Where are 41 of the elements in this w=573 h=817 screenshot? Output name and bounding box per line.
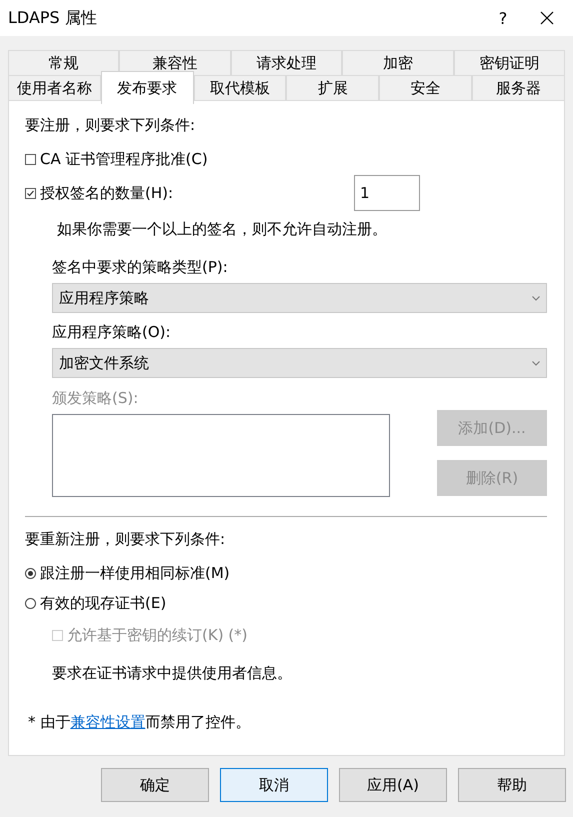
- tab[interactable]: 常规: [8, 50, 120, 75]
- section-heading: 要重新注册，则要求下列条件:: [25, 528, 226, 550]
- radio-button[interactable]: [25, 568, 36, 578]
- chevron-down-icon: [532, 296, 540, 300]
- tab[interactable]: 取代模板: [194, 75, 286, 100]
- checkbox[interactable]: [25, 154, 36, 164]
- compatibility-link[interactable]: 兼容性设置: [70, 712, 146, 732]
- tab[interactable]: 扩展: [286, 75, 380, 100]
- dialog-button[interactable]: 应用(A): [339, 768, 447, 802]
- info-text: 要求在证书请求中提供使用者信息。: [51, 662, 293, 684]
- tab[interactable]: 安全: [379, 75, 472, 100]
- checkbox-label: CA 证书管理程序批准(C): [40, 150, 208, 168]
- radio-label: 跟注册一样使用相同标准(M): [40, 564, 230, 582]
- dialog-button[interactable]: 取消: [220, 768, 328, 802]
- section-heading: 要注册，则要求下列条件:: [25, 114, 196, 136]
- dialog-button[interactable]: 帮助: [458, 768, 566, 802]
- field-label: 签名中要求的策略类型(P):: [51, 256, 229, 278]
- field-label: 应用程序策略(O):: [51, 322, 172, 342]
- chevron-down-icon: [532, 360, 540, 366]
- tab[interactable]: 发布要求: [100, 71, 194, 104]
- field-label: 颁发策略(S):: [51, 388, 140, 408]
- checkbox-label: 允许基于密钥的续订(K) (*): [67, 626, 248, 644]
- help-button[interactable]: ?: [488, 8, 518, 28]
- tab[interactable]: 加密: [342, 50, 454, 75]
- tab[interactable]: 服务器: [472, 75, 565, 100]
- tab[interactable]: 密钥证明: [454, 50, 566, 75]
- close-icon[interactable]: [540, 11, 554, 25]
- note-text: 如果你需要一个以上的签名，则不允许自动注册。: [56, 218, 388, 240]
- footnote-text: * 由于兼容性设置而禁用了控件。: [27, 712, 252, 734]
- radio-button[interactable]: [25, 598, 36, 608]
- dialog-button[interactable]: 确定: [101, 768, 209, 802]
- radio-label: 有效的现存证书(E): [40, 594, 166, 612]
- tab[interactable]: 请求处理: [230, 50, 342, 75]
- signature-count-field[interactable]: 1: [354, 175, 420, 211]
- list-box[interactable]: [52, 414, 390, 497]
- window-title: LDAPS 属性: [8, 8, 98, 28]
- checkbox[interactable]: [25, 188, 36, 198]
- dropdown[interactable]: 加密文件系统: [52, 348, 547, 378]
- checkbox-label: 授权签名的数量(H):: [40, 184, 174, 202]
- tab[interactable]: 使用者名称: [8, 75, 101, 100]
- dropdown[interactable]: 应用程序策略: [52, 283, 547, 313]
